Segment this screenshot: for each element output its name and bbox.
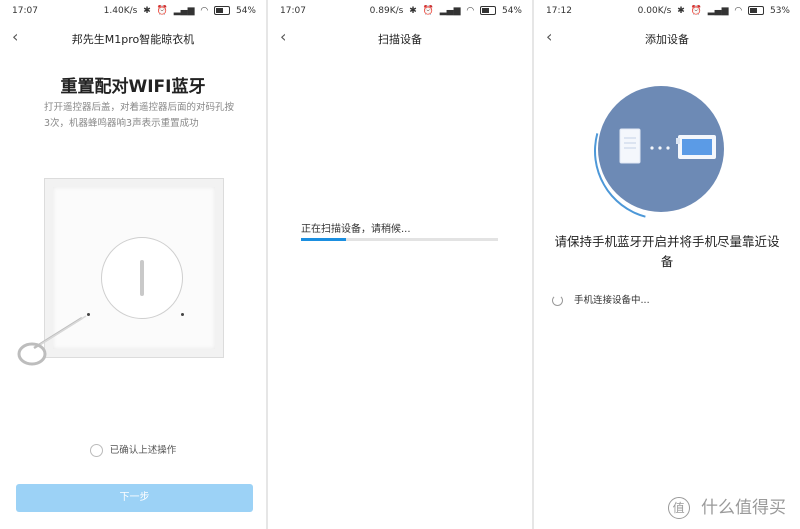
scan-progress-fill	[301, 238, 347, 241]
scanning-status: 正在扫描设备，请稍候...	[301, 224, 411, 235]
keep-bluetooth-prompt: 请保持手机蓝牙开启并将手机尽量靠近设备	[554, 234, 780, 269]
confirm-label: 已确认上述操作	[109, 445, 177, 456]
battery-level: 53%	[769, 6, 790, 16]
wifi-icon: ◠	[734, 6, 743, 16]
bluetooth-icon: ✱	[677, 6, 685, 16]
phone-icon	[619, 128, 641, 164]
remote-button-ring	[101, 237, 183, 319]
confirm-checkbox[interactable]	[89, 444, 103, 457]
status-bar: 17:07 1.40K/s ✱ ⏰ ▂▄▆ ◠ 54%	[0, 0, 266, 22]
watermark-text: 什么值得买	[701, 498, 786, 518]
alarm-icon: ⏰	[422, 6, 434, 16]
network-speed: 0.89K/s	[369, 6, 404, 16]
battery-level: 54%	[501, 6, 522, 16]
nav-bar: ‹ 添加设备	[534, 24, 800, 48]
reset-instructions: 打开遥控器后盖，对着遥控器后面的对码孔按3次，机器蜂鸣器响3声表示重置成功	[44, 102, 235, 129]
bluetooth-icon: ✱	[409, 6, 417, 16]
nav-bar: ‹ 扫描设备	[268, 24, 532, 48]
device-icon	[676, 135, 716, 159]
status-bar: 17:07 0.89K/s ✱ ⏰ ▂▄▆ ◠ 54%	[268, 0, 532, 22]
battery-icon	[480, 6, 497, 15]
pairing-illustration	[598, 86, 724, 212]
bluetooth-icon: ✱	[143, 6, 151, 16]
signal-icon: ▂▄▆	[173, 6, 195, 16]
dots-icon	[650, 146, 670, 150]
page-title: 添加设备	[645, 33, 689, 46]
alarm-icon: ⏰	[690, 6, 702, 16]
network-speed: 0.00K/s	[637, 6, 672, 16]
screen-add-device: 17:12 0.00K/s ✱ ⏰ ▂▄▆ ◠ 53% ‹ 添加设备 请保持手机…	[534, 0, 800, 529]
eject-pin-icon	[17, 315, 87, 366]
next-button[interactable]: 下一步	[16, 484, 253, 512]
watermark-logo-icon: 值	[667, 497, 690, 519]
page-title: 邦先生M1pro智能晾衣机	[71, 33, 195, 46]
nav-bar: ‹ 邦先生M1pro智能晾衣机	[0, 24, 266, 48]
confirm-row[interactable]: 已确认上述操作	[0, 442, 266, 457]
screen-scan-devices: 17:07 0.89K/s ✱ ⏰ ▂▄▆ ◠ 54% ‹ 扫描设备 正在扫描设…	[268, 0, 532, 529]
signal-icon: ▂▄▆	[707, 6, 729, 16]
connecting-row: 手机连接设备中...	[552, 292, 650, 306]
battery-icon	[214, 6, 231, 15]
signal-icon: ▂▄▆	[439, 6, 461, 16]
status-time: 17:07	[280, 6, 306, 16]
watermark: 值 什么值得买	[667, 493, 786, 519]
status-time: 17:07	[12, 6, 38, 16]
network-speed: 1.40K/s	[103, 6, 138, 16]
scan-progress-bar	[301, 238, 498, 241]
loading-spinner-icon	[552, 295, 563, 306]
screen-reset-pairing: 17:07 1.40K/s ✱ ⏰ ▂▄▆ ◠ 54% ‹ 邦先生M1pro智能…	[0, 0, 266, 529]
battery-level: 54%	[235, 6, 256, 16]
wifi-icon: ◠	[200, 6, 209, 16]
reset-heading: 重置配对WIFI蓝牙	[60, 77, 206, 97]
wifi-icon: ◠	[466, 6, 475, 16]
indicator-dot	[181, 313, 184, 316]
battery-icon	[748, 6, 765, 15]
status-time: 17:12	[546, 6, 572, 16]
connecting-label: 手机连接设备中...	[574, 295, 650, 306]
alarm-icon: ⏰	[156, 6, 168, 16]
page-title: 扫描设备	[378, 33, 422, 46]
status-bar: 17:12 0.00K/s ✱ ⏰ ▂▄▆ ◠ 53%	[534, 0, 800, 22]
